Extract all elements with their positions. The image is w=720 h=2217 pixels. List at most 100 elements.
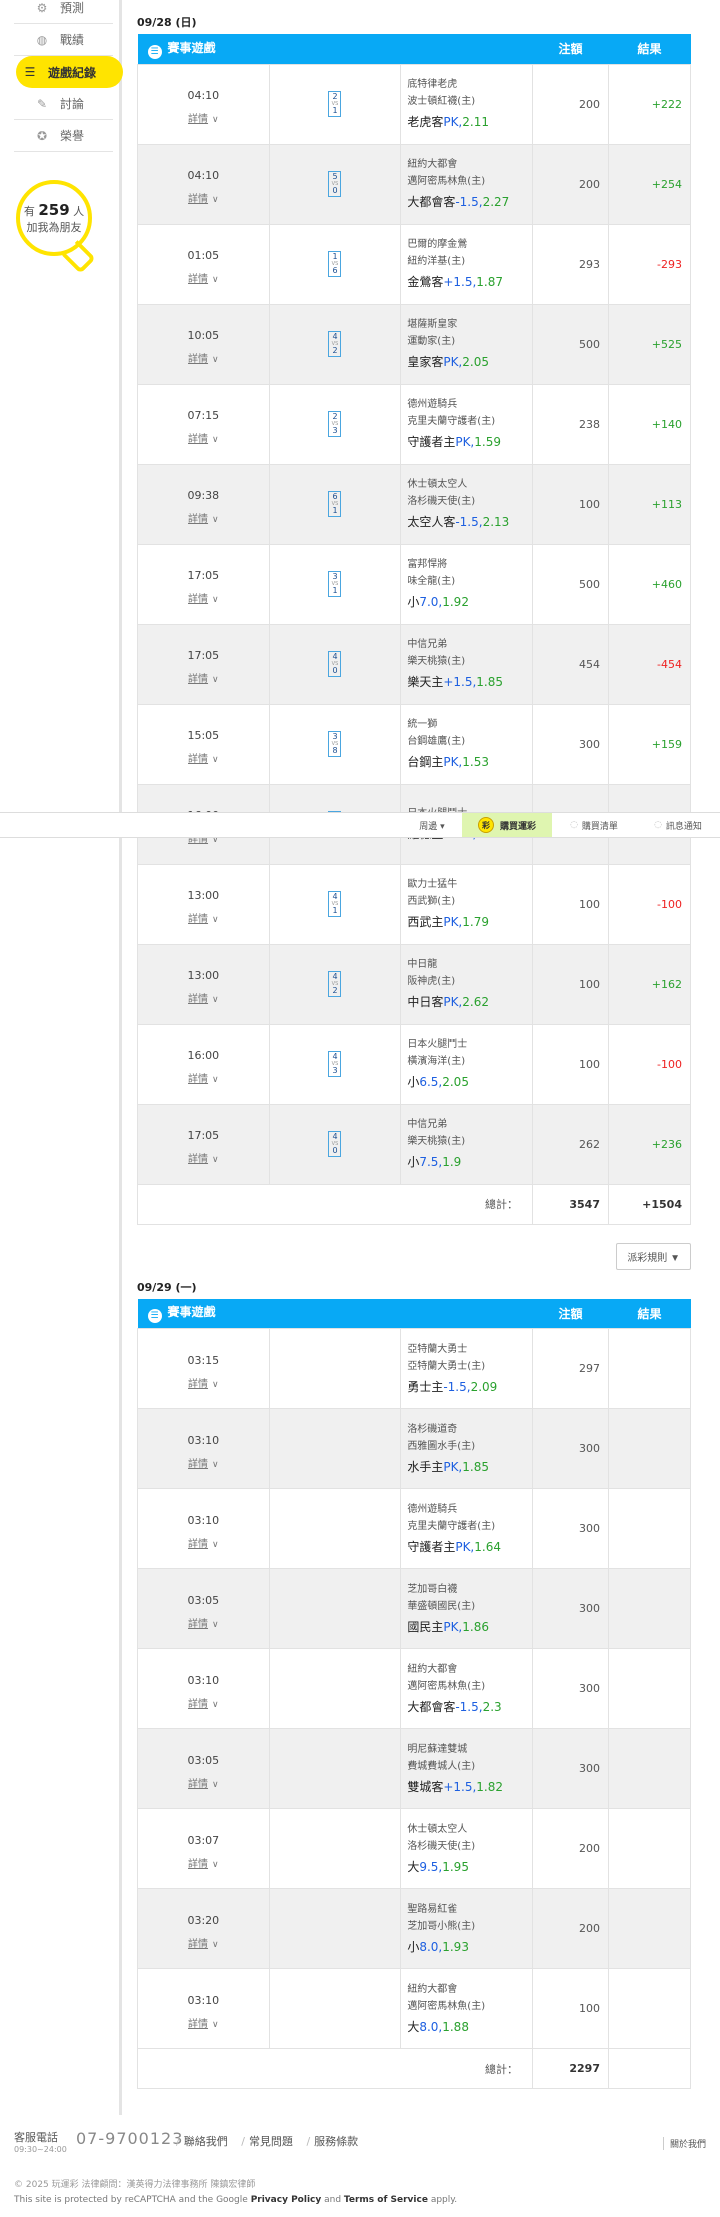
- games-table: ☰ 賽事遊戲 注額 結果 03:15 詳情 ∨ 亞特蘭大勇士 亞特蘭大勇士(主) 勇士主-1.5,…: [137, 1298, 691, 2089]
- chevron-down-icon: ∨: [212, 275, 219, 285]
- page-root: ⚙ 預測 ◍ 戰績 ☰ 遊戲紀錄 ✎ 討論 ✪ 榮譽 有 259 人 加我為朋友 09/28 (日…: [0, 0, 720, 2217]
- detail-toggle[interactable]: 詳情 ∨: [138, 1455, 269, 1470]
- tel-hours: 09:30~24:00: [14, 2145, 67, 2154]
- pick-handicap: PK,: [443, 355, 463, 369]
- pick-handicap: PK,: [455, 435, 475, 449]
- surroundings-menu[interactable]: 周邊 ▾: [404, 813, 460, 837]
- buy-lottery-button[interactable]: 彩購買運彩: [462, 813, 552, 837]
- score-cell: [268, 1488, 402, 1569]
- faq-link[interactable]: 常見問題: [249, 2135, 293, 2148]
- detail-label: 詳情: [188, 1458, 209, 1470]
- home-team: 紐約洋基(主): [407, 256, 466, 267]
- game-time: 07:15: [187, 409, 220, 422]
- separator: /: [306, 2135, 311, 2148]
- sidebar-item-0[interactable]: ⚙ 預測: [14, 0, 113, 24]
- table-row: 01:05 詳情 ∨ 1 VS 6 巴爾的摩金鶯 紐約洋基(主) 金鶯客+1.5,1.87 293…: [137, 223, 691, 305]
- home-score: 1: [332, 106, 338, 115]
- total-label: 總計：: [137, 1183, 533, 1225]
- away-team: 底特律老虎: [407, 79, 458, 90]
- friend-count-widget[interactable]: 有 259 人 加我為朋友: [16, 180, 96, 280]
- notifications-link[interactable]: ◌ 訊息通知: [636, 813, 720, 837]
- privacy-policy-link[interactable]: Privacy Policy: [251, 2195, 322, 2205]
- away-team: 日本火腿鬥士: [407, 1039, 468, 1050]
- detail-toggle[interactable]: 詳情 ∨: [138, 1935, 269, 1950]
- score-box: 3 VS 1: [328, 571, 342, 597]
- detail-toggle[interactable]: 詳情 ∨: [138, 910, 269, 925]
- home-team: 西雅圖水手(主): [407, 1440, 476, 1452]
- score-box: 6 VS 1: [328, 491, 342, 517]
- home-score: 0: [332, 666, 338, 675]
- sidebar-item-2[interactable]: ☰ 遊戲紀錄: [16, 56, 123, 88]
- detail-toggle[interactable]: 詳情 ∨: [138, 1775, 269, 1790]
- stake-cell: 100: [532, 943, 609, 1025]
- away-score: 3: [332, 732, 338, 741]
- detail-toggle[interactable]: 詳情 ∨: [138, 1070, 269, 1085]
- detail-toggle[interactable]: 詳情 ∨: [138, 1375, 269, 1390]
- pick-handicap: 8.0,: [419, 2019, 443, 2034]
- detail-toggle[interactable]: 詳情 ∨: [138, 990, 269, 1005]
- detail-toggle[interactable]: 詳情 ∨: [138, 1855, 269, 1870]
- away-team: 中信兄弟: [407, 1119, 448, 1130]
- detail-label: 詳情: [188, 1778, 209, 1790]
- result-cell: +162: [608, 943, 691, 1025]
- stake-cell: 500: [532, 543, 609, 625]
- detail-toggle[interactable]: 詳情 ∨: [138, 510, 269, 525]
- detail-label: 詳情: [188, 1154, 209, 1165]
- terms-of-service-link[interactable]: Terms of Service: [344, 2195, 428, 2205]
- game-records-main: 09/28 (日) ☰ 賽事遊戲 注額 結果 04:10 詳情 ∨ 2 VS 1 底特律老虎 波士頓紅襪…: [137, 0, 691, 2089]
- detail-toggle[interactable]: 詳情 ∨: [138, 1150, 269, 1165]
- detail-toggle[interactable]: 詳情 ∨: [138, 1615, 269, 1630]
- detail-toggle[interactable]: 詳情 ∨: [138, 2015, 269, 2030]
- payout-rules-button[interactable]: 派彩規則 ▼: [616, 1242, 691, 1270]
- detail-toggle[interactable]: 詳情 ∨: [138, 670, 269, 685]
- recaptcha-notice: This site is protected by reCAPTCHA and …: [14, 2195, 457, 2205]
- about-us-link[interactable]: 關於我們: [662, 2137, 706, 2150]
- game-time: 03:20: [187, 1913, 220, 1927]
- matchup-cell: 亞特蘭大勇士 亞特蘭大勇士(主) 勇士主-1.5,2.09: [400, 1328, 533, 1409]
- detail-toggle[interactable]: 詳情 ∨: [138, 590, 269, 605]
- detail-label: 詳情: [188, 1074, 209, 1085]
- away-team: 明尼蘇達雙城: [407, 1743, 468, 1755]
- sidebar-item-1[interactable]: ◍ 戰績: [14, 24, 113, 56]
- home-team: 洛杉磯天使(主): [407, 1840, 476, 1852]
- sidebar-item-3[interactable]: ✎ 討論: [14, 88, 113, 120]
- pick-side: 守護者主: [407, 435, 456, 449]
- away-team: 歐力士猛牛: [407, 879, 458, 890]
- terms-link[interactable]: 服務條款: [314, 2135, 358, 2148]
- pick-handicap: -1.5,: [455, 515, 483, 529]
- away-team: 紐約大都會: [407, 1983, 458, 1995]
- score-box: 4 VS 2: [328, 971, 342, 997]
- home-score: 1: [332, 906, 338, 915]
- detail-toggle[interactable]: 詳情 ∨: [138, 190, 269, 205]
- pick-odds: 1.59: [474, 435, 501, 449]
- stack-icon: ☰: [147, 1309, 162, 1324]
- away-team: 洛杉磯道奇: [407, 1423, 458, 1435]
- pick-odds: 1.9: [442, 1155, 462, 1169]
- support-phone-number[interactable]: 07-9700123: [76, 2129, 183, 2148]
- sidebar-item-4[interactable]: ✪ 榮譽: [14, 120, 113, 152]
- result-cell: [608, 1328, 691, 1409]
- chevron-down-icon: ∨: [212, 1699, 219, 1710]
- purchase-list-link[interactable]: ◌ 購買清單: [554, 813, 634, 837]
- score-cell: 2 VS 3: [268, 383, 402, 465]
- detail-toggle[interactable]: 詳情 ∨: [138, 270, 269, 285]
- detail-toggle[interactable]: 詳情 ∨: [138, 430, 269, 445]
- score-cell: 4 VS 0: [268, 623, 402, 705]
- home-team: 洛杉磯天使(主): [407, 496, 476, 507]
- pick-handicap: PK,: [443, 995, 463, 1009]
- detail-toggle[interactable]: 詳情 ∨: [138, 110, 269, 125]
- stake-cell: 200: [532, 1888, 609, 1969]
- contact-us-link[interactable]: 聯絡我們: [184, 2135, 228, 2148]
- add-friend-link[interactable]: 加我為朋友: [27, 221, 82, 236]
- detail-toggle[interactable]: 詳情 ∨: [138, 1695, 269, 1710]
- detail-label: 詳情: [188, 1538, 209, 1550]
- detail-toggle[interactable]: 詳情 ∨: [138, 350, 269, 365]
- detail-label: 詳情: [188, 354, 209, 365]
- chat-icon: ◍: [36, 32, 48, 47]
- time-cell: 03:07 詳情 ∨: [137, 1808, 270, 1889]
- time-cell: 03:10 詳情 ∨: [137, 1408, 270, 1489]
- detail-toggle[interactable]: 詳情 ∨: [138, 750, 269, 765]
- score-cell: [268, 1408, 402, 1489]
- pick-side: 老虎客: [407, 115, 444, 129]
- detail-toggle[interactable]: 詳情 ∨: [138, 1535, 269, 1550]
